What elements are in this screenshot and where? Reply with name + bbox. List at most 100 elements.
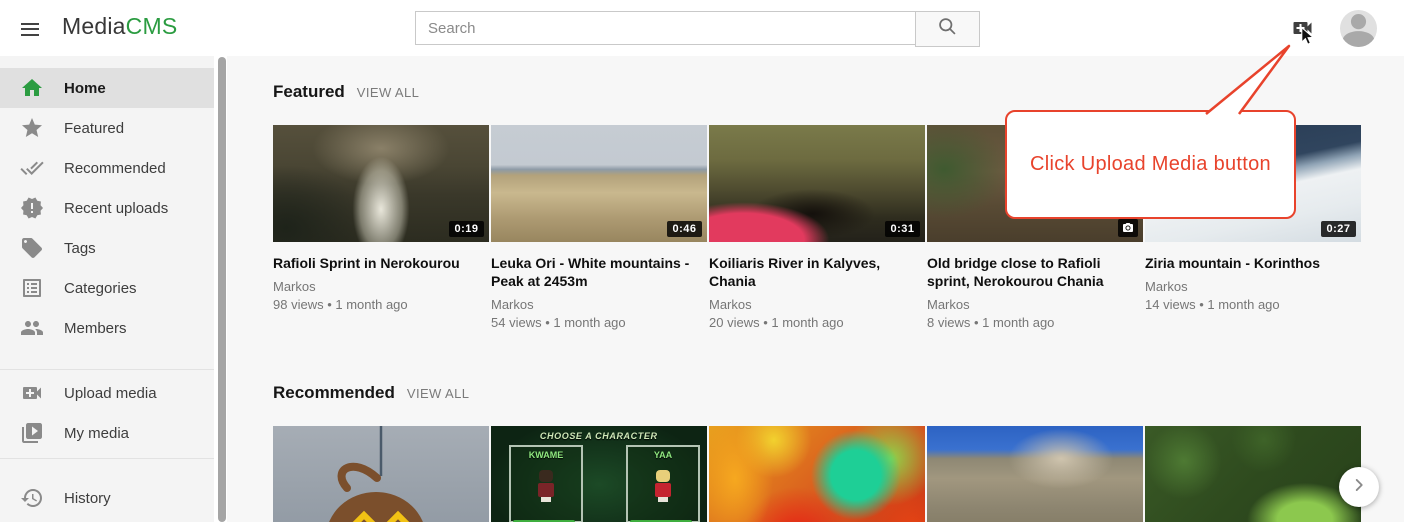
mouse-cursor: [1297, 26, 1316, 53]
sidebar-item-history[interactable]: History: [0, 478, 214, 518]
search-input[interactable]: [415, 11, 915, 45]
sidebar: Home Featured Recommended Recent uploads…: [0, 56, 214, 522]
tag-icon: [20, 236, 44, 260]
media-meta: 98 views • 1 month ago: [273, 297, 489, 313]
media-card[interactable]: [927, 426, 1143, 522]
media-title[interactable]: Old bridge close to Rafioli sprint, Nero…: [927, 254, 1139, 290]
new-releases-icon: [20, 196, 44, 220]
sidebar-divider: [0, 369, 214, 370]
sidebar-item-categories[interactable]: Categories: [0, 268, 214, 308]
star-icon: [20, 116, 44, 140]
duration-badge: 0:46: [667, 221, 701, 237]
sidebar-item-label: Upload media: [64, 385, 157, 402]
annotation-tooltip: Click Upload Media button: [1005, 110, 1296, 219]
media-thumbnail[interactable]: [709, 426, 925, 522]
media-card[interactable]: 0:46 Leuka Ori - White mountains - Peak …: [491, 125, 707, 331]
sidebar-scrollbar-track: [214, 56, 227, 522]
duration-badge: 0:31: [885, 221, 919, 237]
sidebar-item-label: Members: [64, 320, 127, 337]
sidebar-scrollbar-thumb[interactable]: [218, 57, 226, 522]
done-all-icon: [20, 156, 44, 180]
sidebar-item-label: Recommended: [64, 160, 166, 177]
media-thumbnail[interactable]: [927, 426, 1143, 522]
media-thumbnail[interactable]: [273, 426, 489, 522]
sidebar-item-recent-uploads[interactable]: Recent uploads: [0, 188, 214, 228]
logo-primary: Media: [62, 13, 126, 39]
sidebar-item-my-media[interactable]: My media: [0, 413, 214, 453]
game-character-sprite: [654, 470, 672, 502]
media-card[interactable]: [273, 426, 489, 522]
recommended-view-all-link[interactable]: VIEW ALL: [407, 386, 469, 401]
pumpkin-craft-graphic: [273, 426, 488, 522]
featured-view-all-link[interactable]: VIEW ALL: [357, 85, 419, 100]
media-thumbnail[interactable]: 0:31: [709, 125, 925, 242]
sidebar-item-recommended[interactable]: Recommended: [0, 148, 214, 188]
sidebar-item-label: Categories: [64, 280, 137, 297]
top-bar: MediaCMS: [0, 0, 1404, 56]
sidebar-item-home[interactable]: Home: [0, 68, 214, 108]
media-meta: 14 views • 1 month ago: [1145, 297, 1361, 313]
person-icon: [1340, 34, 1377, 47]
media-title[interactable]: Rafioli Sprint in Nerokourou: [273, 254, 485, 272]
app-logo[interactable]: MediaCMS: [62, 13, 177, 40]
game-character-name: YAA: [628, 450, 698, 460]
media-title[interactable]: Leuka Ori - White mountains - Peak at 24…: [491, 254, 703, 290]
media-card[interactable]: [1145, 426, 1361, 522]
people-icon: [20, 316, 44, 340]
video-call-icon: [20, 381, 44, 405]
section-title-featured: Featured: [273, 82, 345, 102]
sidebar-item-label: My media: [64, 425, 129, 442]
media-thumbnail[interactable]: 0:19: [273, 125, 489, 242]
sidebar-item-label: Tags: [64, 240, 96, 257]
carousel-next-button[interactable]: [1339, 467, 1379, 507]
sidebar-item-tags[interactable]: Tags: [0, 228, 214, 268]
duration-badge: 0:27: [1321, 221, 1355, 237]
media-meta: 20 views • 1 month ago: [709, 315, 925, 331]
chevron-right-icon: [1348, 474, 1370, 501]
sidebar-item-label: History: [64, 490, 111, 507]
search-button[interactable]: [915, 11, 980, 47]
section-title-recommended: Recommended: [273, 383, 395, 403]
annotation-tooltip-text: Click Upload Media button: [1030, 153, 1271, 176]
media-author[interactable]: Markos: [491, 297, 707, 313]
list-alt-icon: [20, 276, 44, 300]
media-author[interactable]: Markos: [927, 297, 1143, 313]
game-title-text: CHOOSE A CHARACTER: [491, 431, 707, 441]
media-thumbnail[interactable]: CHOOSE A CHARACTER KWAME YAA Selected: [491, 426, 707, 522]
sidebar-item-upload-media[interactable]: Upload media: [0, 373, 214, 413]
recommended-section: Recommended VIEW ALL CHO: [273, 383, 1363, 522]
duration-badge: 0:19: [449, 221, 483, 237]
sidebar-divider: [0, 458, 214, 459]
media-author[interactable]: Markos: [709, 297, 925, 313]
media-card[interactable]: [709, 426, 925, 522]
sidebar-item-label: Featured: [64, 120, 124, 137]
sidebar-item-label: Recent uploads: [64, 200, 168, 217]
hamburger-menu-icon[interactable]: [16, 17, 44, 43]
home-icon: [20, 76, 44, 100]
media-title[interactable]: Koiliaris River in Kalyves, Chania: [709, 254, 921, 290]
search-bar: [415, 11, 980, 45]
sidebar-item-label: Home: [64, 80, 106, 97]
sidebar-item-members[interactable]: Members: [0, 308, 214, 348]
game-character-name: KWAME: [511, 450, 581, 460]
recommended-cards-row: CHOOSE A CHARACTER KWAME YAA Selected: [273, 426, 1363, 522]
game-character-sprite: [537, 470, 555, 502]
media-card[interactable]: 0:31 Koiliaris River in Kalyves, Chania …: [709, 125, 925, 331]
video-library-icon: [20, 421, 44, 445]
sidebar-item-featured[interactable]: Featured: [0, 108, 214, 148]
media-title[interactable]: Ziria mountain - Korinthos: [1145, 254, 1357, 272]
user-avatar-button[interactable]: [1340, 10, 1377, 47]
game-character-panel: YAA: [626, 445, 700, 522]
game-character-panel: KWAME: [509, 445, 583, 522]
media-meta: 8 views • 1 month ago: [927, 315, 1143, 331]
media-author[interactable]: Markos: [1145, 279, 1361, 295]
media-author[interactable]: Markos: [273, 279, 489, 295]
logo-accent: CMS: [126, 13, 178, 39]
history-icon: [20, 486, 44, 510]
media-thumbnail[interactable]: 0:46: [491, 125, 707, 242]
photo-camera-icon-badge: [1118, 219, 1138, 237]
media-card[interactable]: CHOOSE A CHARACTER KWAME YAA Selected: [491, 426, 707, 522]
search-icon: [937, 16, 958, 42]
media-thumbnail[interactable]: [1145, 426, 1361, 522]
media-card[interactable]: 0:19 Rafioli Sprint in Nerokourou Markos…: [273, 125, 489, 331]
